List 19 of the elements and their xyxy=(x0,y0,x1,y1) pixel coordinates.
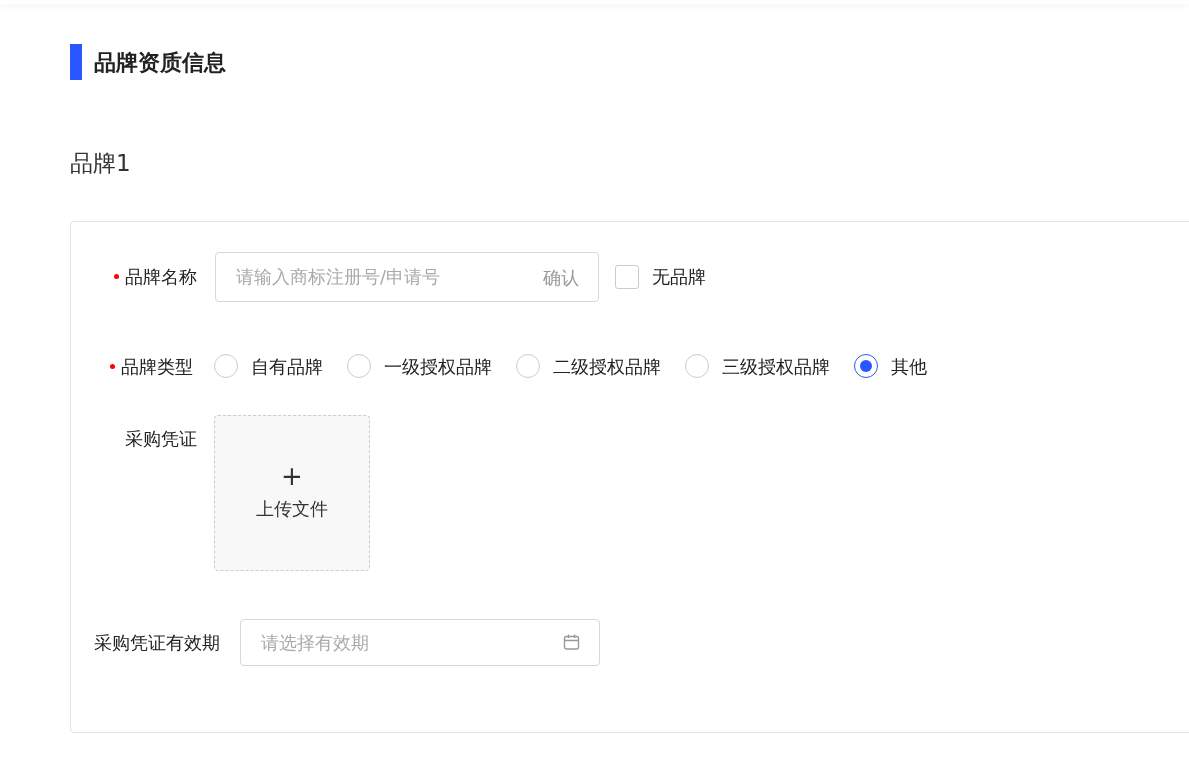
radio-label: 一级授权品牌 xyxy=(384,354,492,379)
field-label: 品牌名称 xyxy=(125,265,197,289)
section-accent-bar xyxy=(70,44,82,80)
plus-icon: + xyxy=(281,463,303,489)
radio-label: 二级授权品牌 xyxy=(553,354,661,379)
radio-label: 自有品牌 xyxy=(251,354,323,379)
checkbox-label: 无品牌 xyxy=(652,265,706,289)
brand-title: 品牌1 xyxy=(70,149,131,178)
radio-label: 三级授权品牌 xyxy=(722,354,830,379)
section-title: 品牌资质信息 xyxy=(94,48,226,77)
date-picker-field[interactable]: 请选择有效期 xyxy=(240,618,600,666)
calendar-icon xyxy=(563,633,580,651)
checkbox[interactable] xyxy=(615,264,639,289)
field-label: 采购凭证有效期 xyxy=(94,630,220,655)
upload-label: 上传文件 xyxy=(256,497,328,521)
field-label: 采购凭证 xyxy=(125,426,197,451)
radio-label: 其他 xyxy=(891,354,927,379)
field-label: 品牌类型 xyxy=(121,354,193,379)
upload-area[interactable]: + 上传文件 xyxy=(214,414,370,571)
